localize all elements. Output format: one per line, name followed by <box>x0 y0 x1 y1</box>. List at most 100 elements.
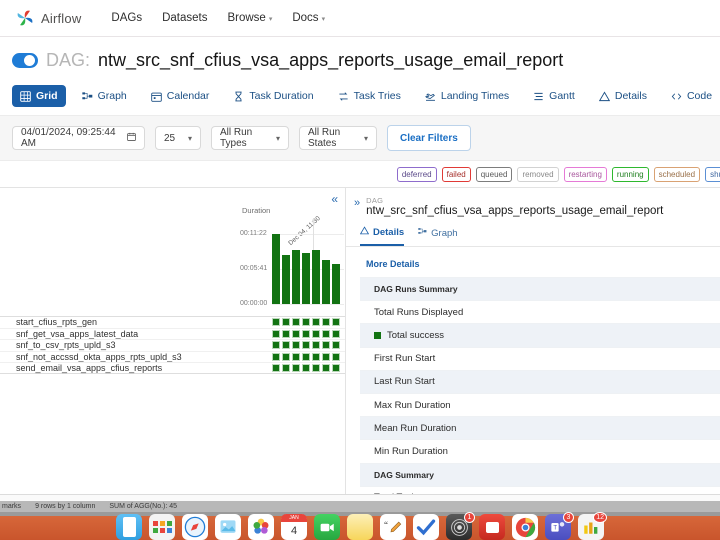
tab-grid[interactable]: Grid <box>12 85 66 107</box>
task-state-square[interactable] <box>292 341 300 350</box>
airflow-brand[interactable]: Airflow <box>14 7 81 29</box>
calendar-icon[interactable]: JAN 4 <box>281 514 307 540</box>
chart-bar[interactable] <box>332 264 340 304</box>
nav-link-datasets[interactable]: Datasets <box>162 12 207 24</box>
chart-bar[interactable] <box>272 234 280 304</box>
task-state-square[interactable] <box>332 353 340 362</box>
recorder-icon[interactable]: 1 <box>446 512 475 540</box>
task-state-square[interactable] <box>322 364 330 373</box>
snagit-icon[interactable] <box>479 514 505 540</box>
task-state-square[interactable] <box>282 353 290 362</box>
preview-icon[interactable] <box>215 514 241 540</box>
run-types-select[interactable]: All Run Types ▾ <box>211 126 289 150</box>
status-badge-queued[interactable]: queued <box>475 166 513 182</box>
facetime-icon[interactable] <box>314 514 340 540</box>
chart-bar[interactable] <box>322 260 330 304</box>
teams-icon[interactable]: T 3 <box>545 512 574 540</box>
table-row[interactable]: snf_not_accssd_okta_apps_rpts_upld_s3 <box>0 350 345 363</box>
task-state-square[interactable] <box>292 329 300 338</box>
task-state-square[interactable] <box>322 318 330 327</box>
tab-task-duration[interactable]: Task Duration <box>225 85 321 107</box>
run-date-input[interactable]: 04/01/2024, 09:25:44 AM <box>12 126 145 150</box>
calendar-picker-icon[interactable] <box>127 132 136 144</box>
task-state-square[interactable] <box>322 353 330 362</box>
tab-landing-times[interactable]: Landing Times <box>417 85 517 107</box>
task-state-square[interactable] <box>282 364 290 373</box>
task-state-square[interactable] <box>292 364 300 373</box>
task-state-square[interactable] <box>272 318 280 327</box>
task-state-square[interactable] <box>302 341 310 350</box>
task-state-square[interactable] <box>282 318 290 327</box>
task-state-square[interactable] <box>332 329 340 338</box>
status-badge-shutdown[interactable]: shu <box>705 166 720 182</box>
task-state-square[interactable] <box>312 318 320 327</box>
chart-bar[interactable] <box>282 255 290 304</box>
nav-link-docs[interactable]: Docs ▾ <box>292 12 325 24</box>
tab-calendar[interactable]: Calendar <box>143 85 218 107</box>
task-state-square[interactable] <box>302 329 310 338</box>
safari-icon[interactable] <box>182 514 208 540</box>
task-state-square[interactable] <box>302 318 310 327</box>
task-state-square[interactable] <box>332 364 340 373</box>
task-state-square[interactable] <box>302 353 310 362</box>
task-state-square[interactable] <box>312 353 320 362</box>
table-row[interactable]: snf_get_vsa_apps_latest_data <box>0 327 345 340</box>
nav-link-browse[interactable]: Browse ▾ <box>227 12 272 24</box>
table-row[interactable]: start_cfius_rpts_gen <box>0 316 345 328</box>
table-row[interactable]: snf_to_csv_rpts_upld_s3 <box>0 339 345 351</box>
task-state-square[interactable] <box>332 318 340 327</box>
task-state-square[interactable] <box>312 341 320 350</box>
chrome-icon[interactable] <box>512 514 538 540</box>
status-badge-scheduled[interactable]: scheduled <box>653 166 701 182</box>
notes-icon[interactable] <box>347 514 373 540</box>
tab-detail-graph[interactable]: Graph <box>418 226 458 246</box>
nav-link-dags[interactable]: DAGs <box>111 12 142 24</box>
task-state-square[interactable] <box>302 364 310 373</box>
tab-graph[interactable]: Graph <box>74 85 135 107</box>
run-count-select[interactable]: 25 ▾ <box>155 126 201 150</box>
task-state-square[interactable] <box>282 341 290 350</box>
task-state-square[interactable] <box>272 341 280 350</box>
tab-code[interactable]: Code <box>663 85 720 107</box>
task-state-square[interactable] <box>312 364 320 373</box>
task-state-square[interactable] <box>292 353 300 362</box>
status-badge-restarting[interactable]: restarting <box>563 166 607 182</box>
collapse-left-icon[interactable]: « <box>331 192 338 206</box>
status-badge-deferred[interactable]: deferred <box>396 166 437 182</box>
tab-details[interactable]: Details <box>591 85 655 107</box>
launchpad-icon[interactable] <box>149 514 175 540</box>
tab-detail-details[interactable]: Details <box>359 226 405 246</box>
powerbi-icon[interactable]: 12 <box>578 512 607 540</box>
task-state-square[interactable] <box>322 329 330 338</box>
task-state-square[interactable] <box>272 364 280 373</box>
detail-panel: » DAG ntw_src_snf_cfius_vsa_apps_reports… <box>345 188 720 533</box>
more-details-link[interactable]: More Details <box>360 247 720 277</box>
task-state-square[interactable] <box>282 329 290 338</box>
task-name: snf_to_csv_rpts_upld_s3 <box>16 340 116 351</box>
tab-task-tries[interactable]: Task Tries <box>330 85 409 107</box>
tries-icon <box>338 91 349 102</box>
task-state-square[interactable] <box>322 341 330 350</box>
task-state-square[interactable] <box>272 353 280 362</box>
table-row[interactable]: send_email_vsa_apps_cfius_reports <box>0 362 345 374</box>
task-state-square[interactable] <box>272 329 280 338</box>
finder-icon[interactable] <box>116 514 142 540</box>
quotes-icon[interactable]: “ <box>380 514 406 540</box>
chart-bar[interactable] <box>292 250 300 304</box>
chart-bar[interactable] <box>312 250 320 304</box>
task-state-square[interactable] <box>312 329 320 338</box>
chart-bar[interactable] <box>302 253 310 304</box>
tab-gantt[interactable]: Gantt <box>525 85 583 107</box>
todo-icon[interactable] <box>413 514 439 540</box>
task-state-square[interactable] <box>332 341 340 350</box>
status-badge-running[interactable]: running <box>611 166 649 182</box>
detail-row-label: Total success <box>387 329 445 341</box>
status-badge-failed[interactable]: failed <box>441 166 471 182</box>
task-state-square[interactable] <box>292 318 300 327</box>
dag-pause-toggle[interactable] <box>12 53 38 68</box>
run-states-select[interactable]: All Run States ▾ <box>299 126 377 150</box>
expand-right-icon[interactable]: » <box>354 196 360 217</box>
status-badge-removed[interactable]: removed <box>517 166 559 182</box>
photos-icon[interactable] <box>248 514 274 540</box>
clear-filters-button[interactable]: Clear Filters <box>387 125 471 151</box>
